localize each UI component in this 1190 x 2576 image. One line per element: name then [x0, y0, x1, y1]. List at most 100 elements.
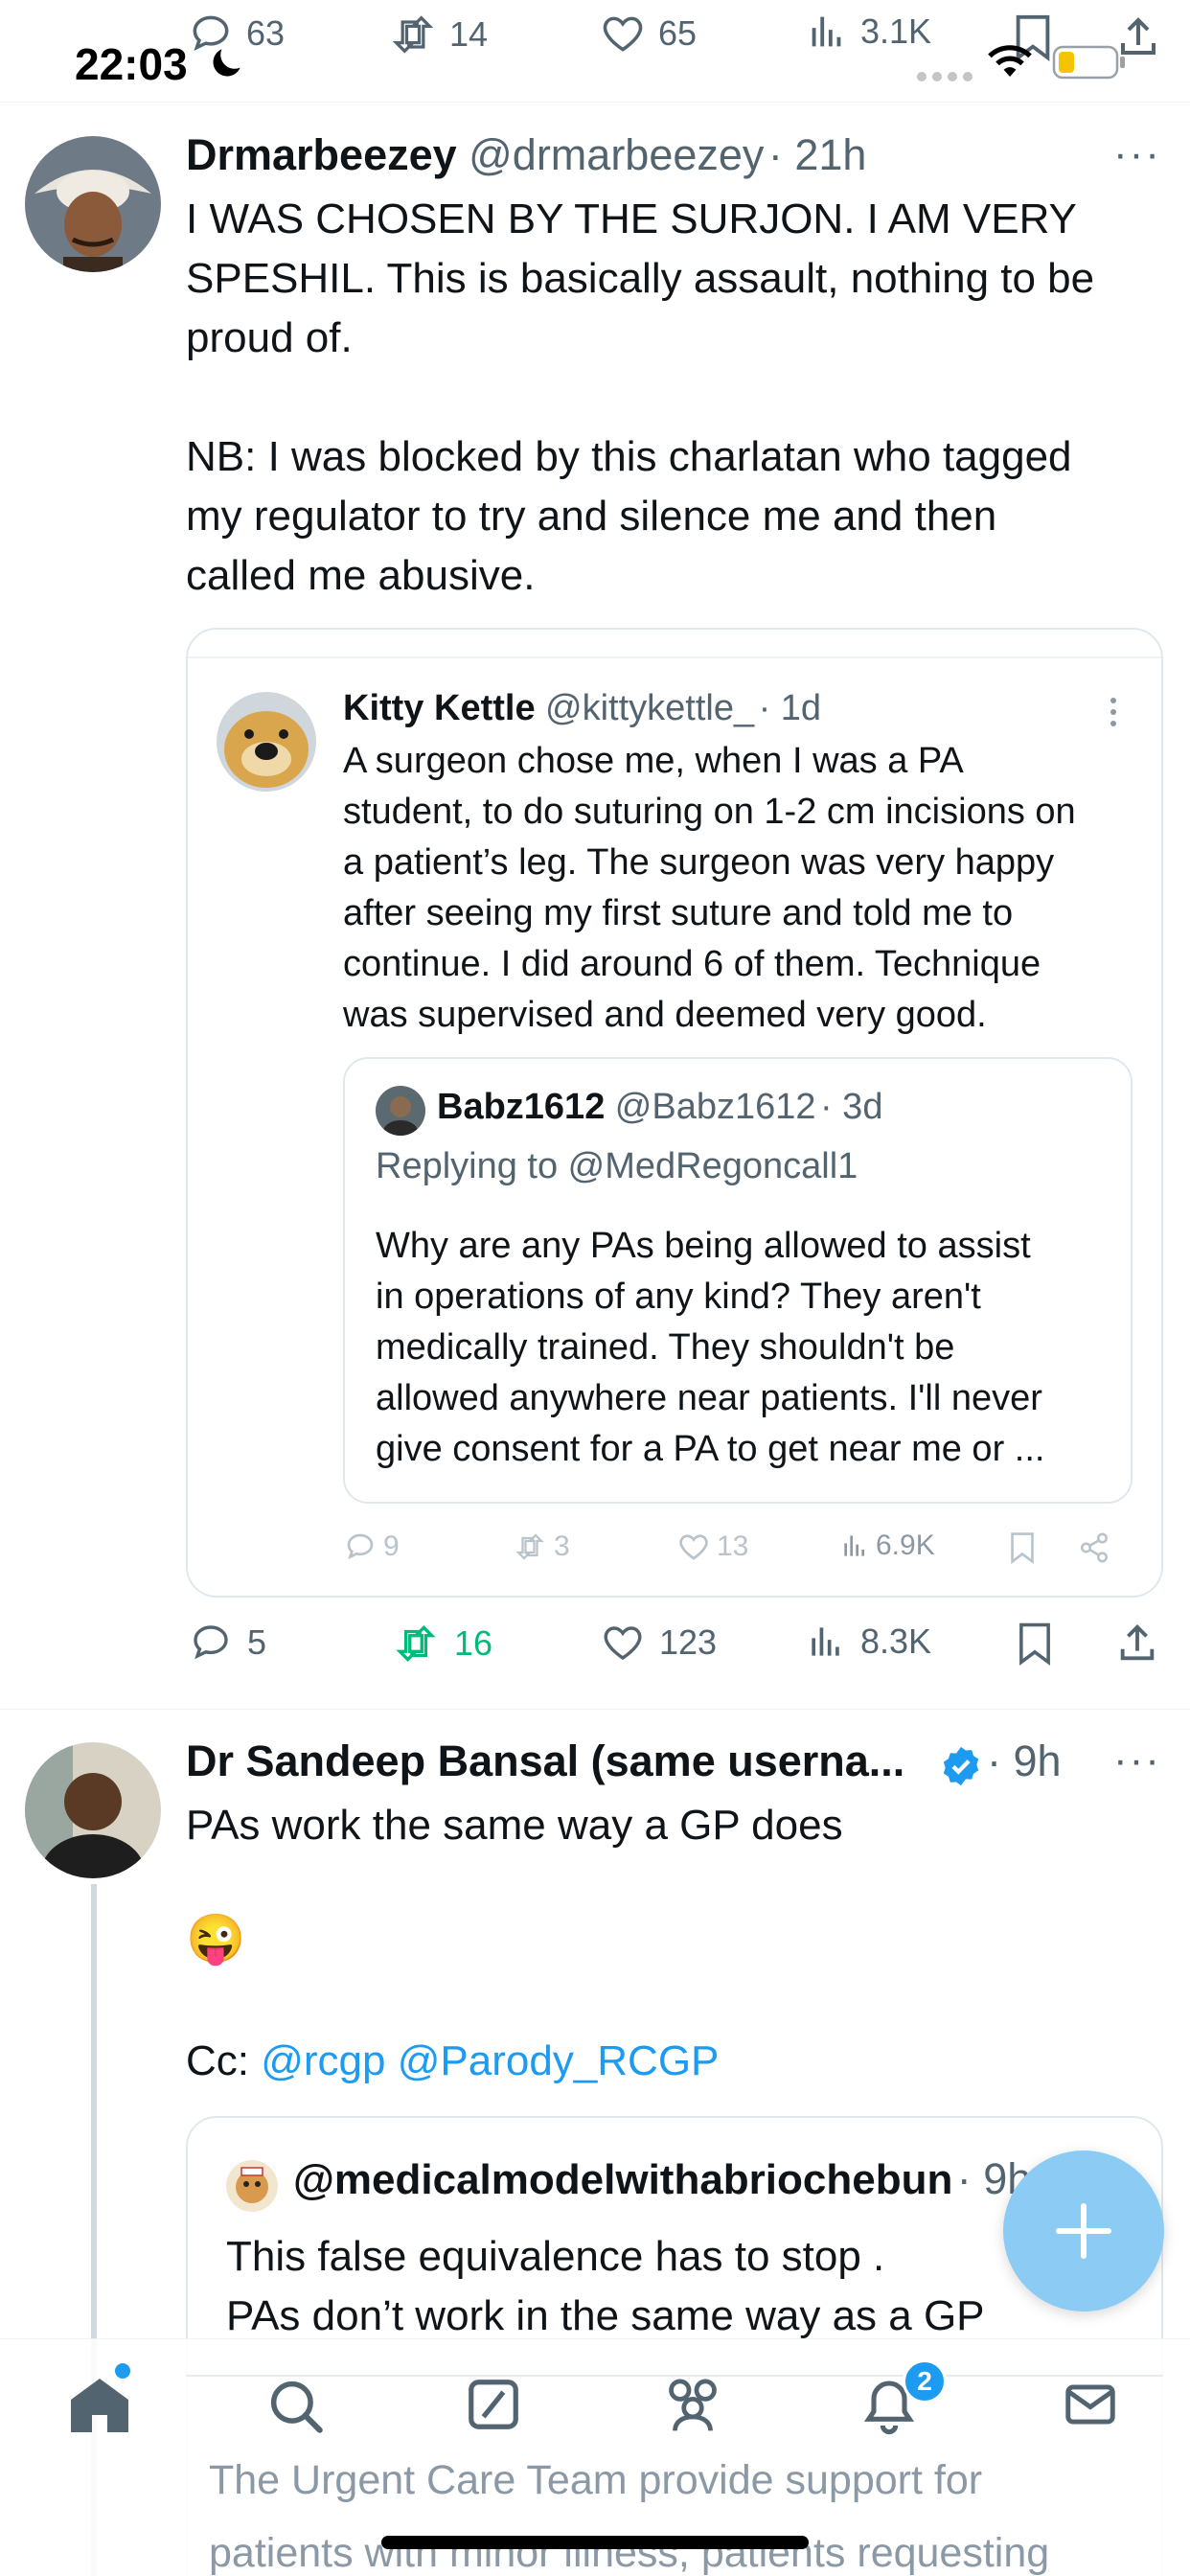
- timestamp[interactable]: · 21h: [768, 130, 867, 179]
- avatar[interactable]: [25, 136, 161, 272]
- quote-header: Kitty Kettle @kittykettle_ · 1d: [343, 688, 821, 729]
- mention-link[interactable]: @rcgp: [261, 2037, 385, 2084]
- peek-text: The Urgent Care Team provide support for: [209, 2457, 983, 2503]
- search-icon[interactable]: [264, 2375, 328, 2438]
- text-line: A surgeon chose me, when I was a PA: [343, 741, 964, 781]
- views-action[interactable]: 8.3K: [805, 1620, 931, 1664]
- views-icon: [805, 1620, 847, 1664]
- timestamp: · 3d: [819, 1087, 883, 1127]
- text-line: allowed anywhere near patients. I'll nev…: [376, 1378, 1042, 1418]
- compose-button[interactable]: [1003, 2150, 1164, 2312]
- signal-icon: [916, 71, 973, 82]
- reply-count: 5: [247, 1622, 267, 1662]
- text-line: SPESHIL. This is basically assault, noth…: [186, 255, 1095, 302]
- views-icon: [805, 10, 849, 54]
- like-action[interactable]: 123: [600, 1620, 717, 1666]
- avatar[interactable]: [376, 1086, 425, 1136]
- more-icon[interactable]: ···: [1113, 1736, 1161, 1784]
- home-icon[interactable]: [67, 2375, 132, 2434]
- repost-icon: [512, 1530, 548, 1564]
- text-line: Why are any PAs being allowed to assist: [376, 1226, 1031, 1266]
- display-name[interactable]: Kitty Kettle: [343, 688, 536, 728]
- repost-count: 3: [554, 1530, 570, 1562]
- top-repost-count: 14: [449, 14, 489, 54]
- avatar[interactable]: [226, 2160, 278, 2212]
- heart-icon: [676, 1530, 711, 1564]
- top-reply-count: 63: [246, 13, 286, 53]
- display-name[interactable]: Dr Sandeep Bansal (same userna...: [186, 1736, 904, 1785]
- text-line: proud of.: [186, 314, 353, 361]
- quote-text: A surgeon chose me, when I was a PA stud…: [343, 736, 1148, 1041]
- timestamp[interactable]: · 9h: [987, 1736, 1062, 1786]
- text-line: continue. I did around 6 of them. Techni…: [343, 944, 1041, 984]
- views-icon: [839, 1530, 870, 1562]
- quote-repost-action[interactable]: 3: [512, 1530, 570, 1564]
- more-icon[interactable]: ···: [1113, 130, 1161, 178]
- views-count: 6.9K: [876, 1530, 935, 1561]
- divider: [188, 656, 1161, 658]
- text-line: a patient’s leg. The surgeon was very ha…: [343, 842, 1055, 883]
- display-name[interactable]: Drmarbeezey: [186, 130, 457, 179]
- text-line: my regulator to try and silence me and t…: [186, 493, 997, 540]
- text-line: I WAS CHOSEN BY THE SURJON. I AM VERY: [186, 196, 1077, 242]
- mention-link[interactable]: @Parody_RCGP: [398, 2037, 720, 2084]
- home-indicator: [381, 2536, 809, 2549]
- text-line: PAs don’t work in the same way as a GP: [226, 2292, 985, 2339]
- heart-icon: [600, 1620, 646, 1666]
- text-line: was supervised and deemed very good.: [343, 995, 987, 1035]
- replying-to[interactable]: Replying to @MedRegoncall1: [376, 1146, 858, 1187]
- nested-header: Babz1612 @Babz1612 · 3d: [437, 1087, 882, 1128]
- text-line: called me abusive.: [186, 552, 536, 599]
- cc-line: Cc: @rcgp @Parody_RCGP: [186, 2032, 719, 2091]
- repost-count: 16: [454, 1623, 493, 1663]
- status-time: 22:03: [75, 39, 188, 89]
- avatar[interactable]: [25, 1742, 161, 1878]
- quote-reply-action[interactable]: 9: [343, 1530, 400, 1564]
- tweet-header: Dr Sandeep Bansal (same userna...: [186, 1736, 904, 1786]
- verified-badge-icon: [939, 1744, 983, 1788]
- repost-action[interactable]: 16: [391, 1620, 492, 1668]
- share-icon[interactable]: [1077, 1531, 1111, 1564]
- repost-icon: [391, 1620, 441, 1668]
- top-repost-action[interactable]: 14: [388, 10, 488, 59]
- quote-header: @medicalmodelwithabriochebun · 9h: [293, 2154, 1031, 2204]
- top-like-action[interactable]: 65: [599, 10, 697, 58]
- user-handle[interactable]: @medicalmodelwithabriochebun: [293, 2156, 952, 2203]
- text-line: NB: I was blocked by this charlatan who …: [186, 433, 1072, 480]
- grok-icon[interactable]: [464, 2375, 523, 2434]
- reply-icon: [343, 1530, 378, 1564]
- emoji: 😜: [186, 1912, 246, 1966]
- bookmark-icon[interactable]: [1008, 1531, 1037, 1564]
- avatar[interactable]: [217, 692, 316, 792]
- repost-icon: [388, 10, 438, 59]
- reply-icon: [188, 1620, 234, 1666]
- text-line: in operations of any kind? They aren't: [376, 1276, 981, 1317]
- quote-text: This false equivalence has to stop . PAs…: [226, 2227, 985, 2346]
- like-count: 13: [717, 1530, 749, 1562]
- timestamp: · 1d: [758, 688, 822, 728]
- top-like-count: 65: [658, 13, 698, 53]
- reply-count: 9: [383, 1530, 400, 1562]
- more-vertical-icon[interactable]: [1108, 696, 1119, 728]
- display-name[interactable]: Babz1612: [437, 1087, 605, 1127]
- views-count: 8.3K: [860, 1622, 932, 1661]
- cc-label: Cc:: [186, 2037, 262, 2084]
- text-line: give consent for a PA to get near me or …: [376, 1429, 1045, 1469]
- communities-icon[interactable]: [657, 2375, 728, 2436]
- like-count: 123: [659, 1622, 718, 1662]
- quote-views-action[interactable]: 6.9K: [839, 1530, 935, 1562]
- reply-icon: [187, 10, 235, 58]
- text-line: medically trained. They shouldn't be: [376, 1327, 955, 1368]
- user-handle[interactable]: @Babz1612: [615, 1087, 816, 1127]
- reply-action[interactable]: 5: [188, 1620, 266, 1666]
- bookmark-icon[interactable]: [1016, 1622, 1054, 1666]
- top-reply-action[interactable]: 63: [187, 10, 285, 58]
- mail-icon[interactable]: [1060, 2375, 1121, 2434]
- user-handle[interactable]: @drmarbeezey: [469, 130, 764, 179]
- share-icon[interactable]: [1115, 1622, 1159, 1666]
- nested-text: Why are any PAs being allowed to assist …: [376, 1221, 1123, 1475]
- divider: [0, 102, 1190, 103]
- top-views-action[interactable]: 3.1K: [805, 10, 931, 54]
- quote-like-action[interactable]: 13: [676, 1530, 748, 1564]
- user-handle[interactable]: @kittykettle_: [545, 688, 754, 728]
